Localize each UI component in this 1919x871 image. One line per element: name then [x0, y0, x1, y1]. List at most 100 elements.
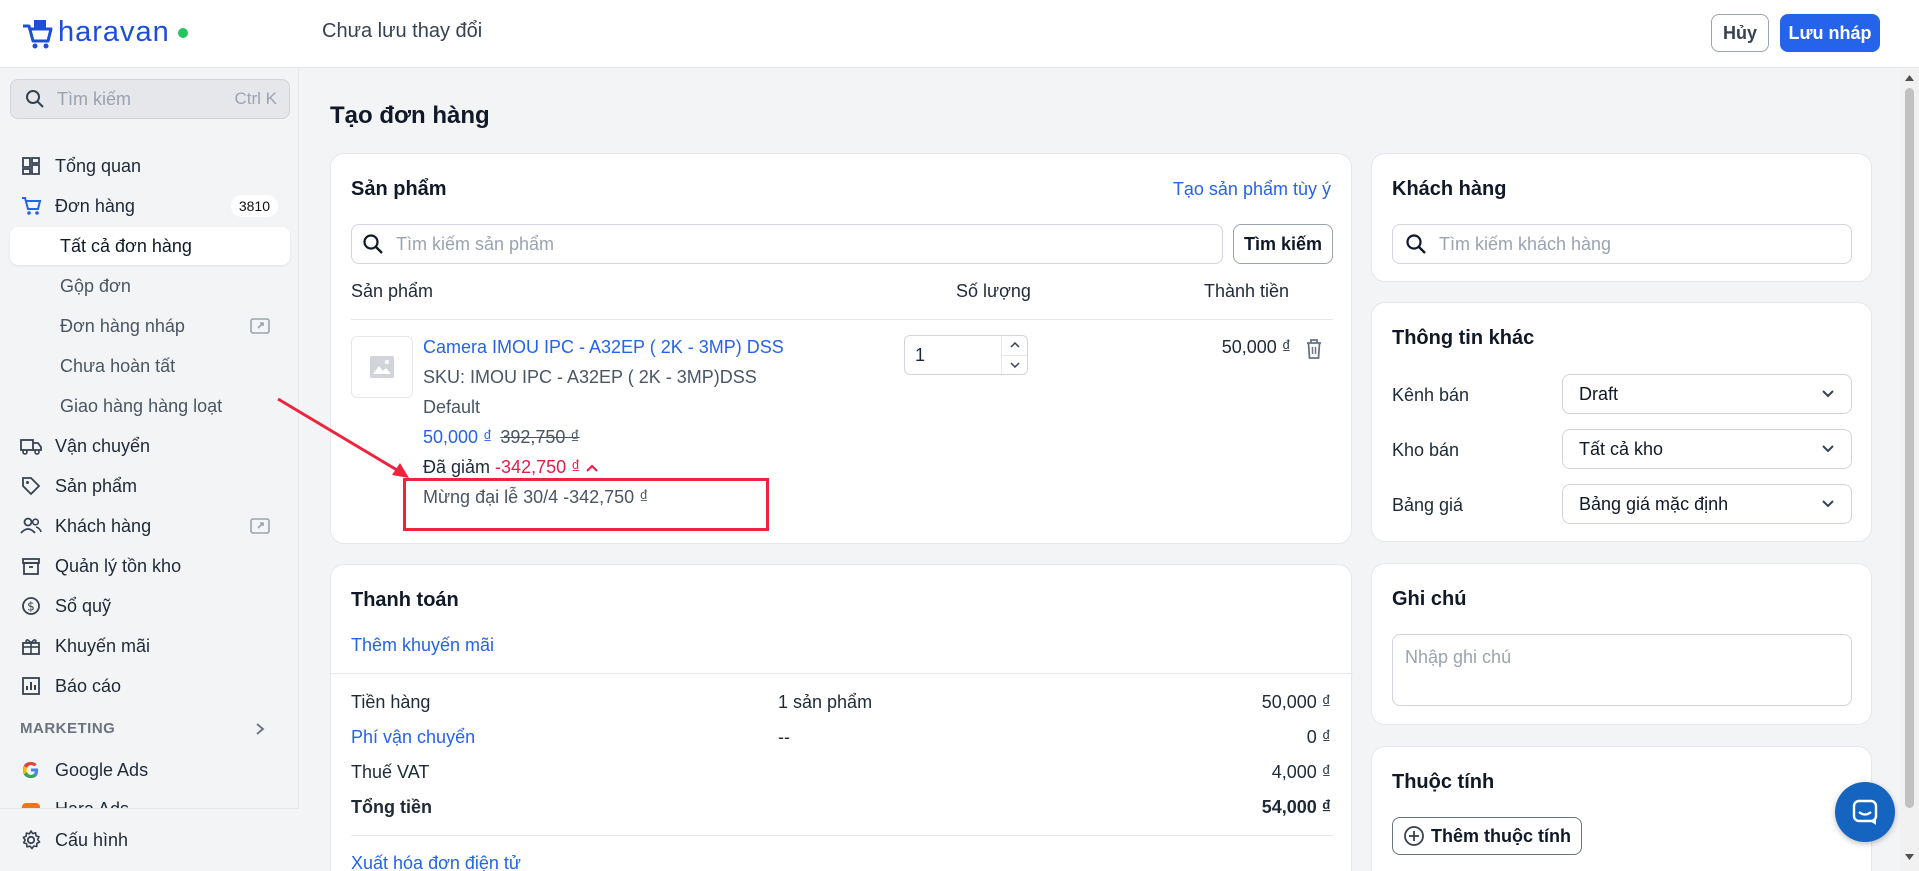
customer-search-input[interactable]: Tìm kiếm khách hàng — [1392, 224, 1852, 264]
product-name-link[interactable]: Camera IMOU IPC - A32EP ( 2K - 3MP) DSS — [423, 337, 784, 358]
payment-card: Thanh toán Thêm khuyến mãi Tiền hàng 1 s… — [330, 564, 1353, 871]
save-draft-button[interactable]: Lưu nháp — [1780, 14, 1880, 52]
scrollbar-thumb[interactable] — [1905, 88, 1914, 808]
sidebar-item-merge-orders[interactable]: Gộp đơn — [10, 267, 290, 305]
products-card-title: Sản phẩm — [351, 178, 447, 200]
product-search-button[interactable]: Tìm kiếm — [1233, 224, 1333, 264]
open-external-icon — [250, 518, 270, 534]
total-divider — [351, 835, 1333, 836]
sidebar-item-label: Vận chuyển — [55, 435, 151, 456]
sidebar-item-label: Google Ads — [55, 759, 149, 780]
note-card: Ghi chú Nhập ghi chú — [1371, 563, 1872, 725]
vat-value: 4,000 ₫ — [1271, 762, 1331, 782]
add-promotion-link[interactable]: Thêm khuyến mãi — [351, 635, 494, 656]
sidebar-item-label: Giao hàng hàng loạt — [60, 395, 223, 416]
scroll-up-arrow[interactable] — [1904, 74, 1915, 82]
e-invoice-link[interactable]: Xuất hóa đơn điện tử — [351, 853, 521, 871]
quantity-decrease-button[interactable] — [1002, 356, 1027, 375]
sidebar: Tìm kiếm Ctrl K Tổng quan Đơn hàng 3810 … — [0, 68, 299, 871]
price-list-label: Bảng giá — [1392, 495, 1464, 515]
sidebar-item-label: Khuyến mãi — [55, 635, 151, 656]
sidebar-item-reports[interactable]: Báo cáo — [10, 667, 290, 705]
sidebar-item-draft-orders[interactable]: Đơn hàng nháp — [10, 307, 290, 345]
product-discount-line: Đã giảm -342,750 ₫ — [423, 457, 599, 478]
sidebar-item-label: Sổ quỹ — [55, 595, 112, 616]
quantity-increase-button[interactable] — [1002, 336, 1027, 356]
stepper-arrows — [1001, 336, 1027, 374]
warehouse-select[interactable]: Tất cả kho — [1562, 429, 1852, 469]
chart-icon — [20, 675, 42, 697]
sidebar-item-label: Tổng quan — [55, 155, 142, 176]
brand-name: haravan — [58, 16, 170, 48]
open-external-icon — [250, 318, 270, 334]
chat-support-button[interactable] — [1835, 782, 1895, 842]
sidebar-item-promotions[interactable]: Khuyến mãi — [10, 627, 290, 665]
note-placeholder: Nhập ghi chú — [1405, 647, 1512, 667]
trash-icon[interactable] — [1305, 338, 1323, 360]
sidebar-item-settings[interactable]: Cấu hình — [10, 821, 290, 859]
subtotal-label: Tiền hàng — [351, 692, 431, 712]
quantity-stepper[interactable]: 1 — [904, 335, 1028, 375]
note-textarea[interactable]: Nhập ghi chú — [1392, 634, 1852, 706]
sales-channel-label: Kênh bán — [1392, 385, 1470, 405]
product-price-line: 50,000 ₫ 392,750 ₫ — [423, 427, 580, 448]
column-header-quantity: Số lượng — [956, 281, 1031, 301]
sidebar-item-incomplete[interactable]: Chưa hoàn tất — [10, 347, 290, 385]
sidebar-item-shipping[interactable]: Vận chuyển — [10, 427, 290, 465]
users-icon — [20, 515, 42, 537]
chevron-down-icon — [1822, 390, 1834, 398]
product-variant: Default — [423, 397, 481, 417]
sales-channel-select[interactable]: Draft — [1562, 374, 1852, 414]
payment-card-title: Thanh toán — [351, 589, 459, 611]
annotation-highlight-box — [403, 478, 769, 531]
other-info-card: Thông tin khác Kênh bán Draft Kho bán Tấ… — [1371, 302, 1872, 542]
sales-channel-value: Draft — [1579, 383, 1619, 404]
warehouse-value: Tất cả kho — [1579, 438, 1664, 459]
truck-icon — [20, 435, 42, 457]
chat-icon — [1852, 799, 1878, 825]
total-label: Tổng tiền — [351, 797, 432, 817]
price-list-value: Bảng giá mặc định — [1579, 493, 1729, 514]
haravan-logo[interactable]: haravan — [20, 16, 188, 49]
scroll-down-arrow[interactable] — [1904, 853, 1915, 861]
chevron-down-icon — [1822, 445, 1834, 453]
sidebar-item-inventory[interactable]: Quản lý tồn kho — [10, 547, 290, 585]
add-attribute-button[interactable]: Thêm thuộc tính — [1392, 817, 1582, 855]
search-shortcut: Ctrl K — [234, 89, 278, 108]
product-search-input[interactable]: Tìm kiếm sản phẩm — [351, 224, 1223, 264]
column-header-product: Sản phẩm — [351, 281, 434, 301]
cancel-button[interactable]: Hủy — [1711, 14, 1769, 52]
sidebar-item-customers[interactable]: Khách hàng — [10, 507, 290, 545]
haravan-logo-icon — [23, 19, 53, 48]
page-title: Tạo đơn hàng — [330, 102, 490, 129]
sidebar-item-label: Khách hàng — [55, 515, 152, 536]
sidebar-item-orders[interactable]: Đơn hàng 3810 — [10, 187, 290, 225]
product-original-price: 392,750 ₫ — [500, 427, 580, 447]
discount-label: Đã giảm — [423, 457, 491, 477]
plus-circle-icon — [1404, 826, 1424, 846]
search-icon — [1406, 234, 1426, 254]
customer-card-title: Khách hàng — [1392, 178, 1507, 200]
sidebar-item-products[interactable]: Sản phẩm — [10, 467, 290, 505]
sidebar-search-placeholder: Tìm kiếm — [57, 88, 131, 109]
sidebar-item-bulk-shipping[interactable]: Giao hàng hàng loạt — [10, 387, 290, 425]
sidebar-item-google-ads[interactable]: Google Ads — [10, 751, 290, 789]
page-scrollbar[interactable] — [1900, 68, 1919, 871]
tag-icon — [20, 475, 42, 497]
create-custom-product-link[interactable]: Tạo sản phẩm tùy ý — [1173, 179, 1331, 200]
sidebar-search[interactable]: Tìm kiếm Ctrl K — [10, 79, 290, 119]
other-info-card-title: Thông tin khác — [1392, 327, 1535, 349]
sidebar-item-cashbook[interactable]: $ Sổ quỹ — [10, 587, 290, 625]
price-list-select[interactable]: Bảng giá mặc định — [1562, 484, 1852, 524]
customer-search-placeholder: Tìm kiếm khách hàng — [1439, 233, 1612, 254]
chevron-up-icon[interactable] — [585, 463, 599, 473]
sidebar-item-all-orders[interactable]: Tất cả đơn hàng — [10, 227, 290, 265]
sidebar-item-overview[interactable]: Tổng quan — [10, 147, 290, 185]
total-value: 54,000 ₫ — [1261, 797, 1331, 817]
shipping-fee-link[interactable]: Phí vận chuyển — [351, 727, 475, 748]
sidebar-item-label: Sản phẩm — [55, 475, 138, 496]
inventory-icon — [20, 555, 42, 577]
chevron-right-icon[interactable] — [254, 722, 266, 736]
sidebar-item-label: Đơn hàng nháp — [60, 315, 185, 336]
shipping-fee-detail: -- — [778, 727, 790, 747]
